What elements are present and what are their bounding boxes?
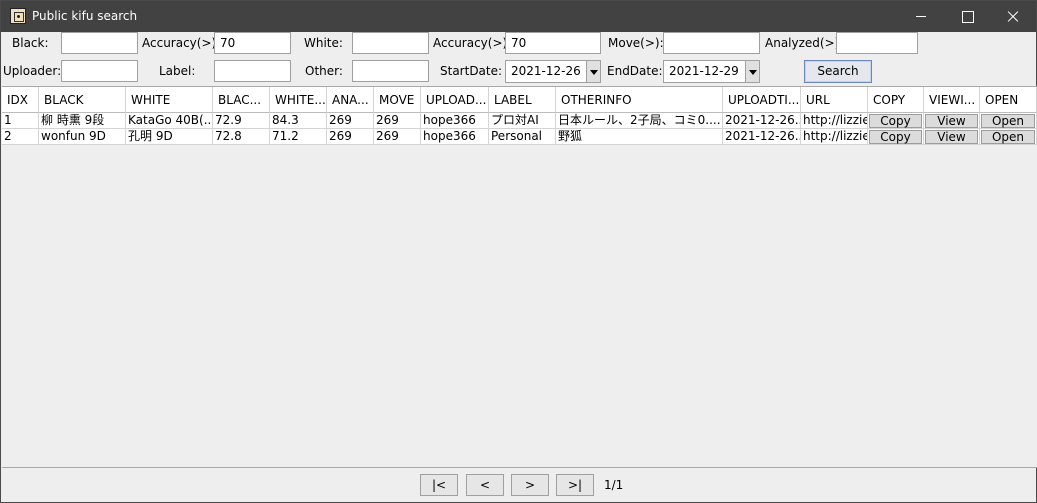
white-input[interactable] — [352, 32, 429, 54]
cell-view: View — [924, 113, 980, 129]
column-header-move[interactable]: MOVE — [374, 87, 421, 113]
start-date-value: 2021-12-26 — [505, 60, 587, 83]
label-label: Label: — [159, 64, 196, 78]
cell-black-accuracy: 72.9 — [213, 113, 270, 129]
open-button[interactable]: Open — [981, 130, 1035, 144]
end-date-label: EndDate: — [607, 64, 663, 78]
start-date-label: StartDate: — [440, 64, 503, 78]
white-accuracy-label: Accuracy(>): — [433, 36, 512, 50]
table-row[interactable]: 2 wonfun 9D 孔明 9D 72.8 71.2 269 269 hope… — [2, 129, 1037, 145]
cell-otherinfo: 野狐 — [556, 129, 723, 145]
chevron-down-icon[interactable] — [745, 60, 760, 83]
app-go-board-icon — [10, 8, 26, 24]
last-page-button[interactable]: >| — [556, 474, 594, 496]
cell-idx: 2 — [2, 129, 39, 145]
copy-button[interactable]: Copy — [869, 114, 922, 128]
move-input[interactable] — [663, 32, 760, 54]
results-table: IDX BLACK WHITE BLAC... WHITE... ANA... … — [2, 86, 1037, 468]
black-label: Black: — [12, 36, 49, 50]
column-header-uploadtime[interactable]: UPLOADTI... — [723, 87, 801, 113]
cell-black-accuracy: 72.8 — [213, 129, 270, 145]
cell-white-accuracy: 84.3 — [270, 113, 327, 129]
uploader-input[interactable] — [61, 60, 138, 82]
kifu-search-window: Public kifu search Black: Accuracy(>): W… — [0, 0, 1037, 503]
cell-analyzed: 269 — [327, 129, 374, 145]
open-button[interactable]: Open — [981, 114, 1035, 128]
column-header-black[interactable]: BLACK — [39, 87, 126, 113]
next-page-button[interactable]: > — [511, 474, 549, 496]
cell-label: Personal — [489, 129, 556, 145]
black-accuracy-label: Accuracy(>): — [142, 36, 221, 50]
cell-uploadtime: 2021-12-26... — [723, 129, 801, 145]
uploader-label: Uploader: — [3, 64, 62, 78]
previous-page-button[interactable]: < — [466, 474, 504, 496]
column-header-white-accuracy[interactable]: WHITE... — [270, 87, 327, 113]
window-title: Public kifu search — [32, 9, 138, 23]
cell-analyzed: 269 — [327, 113, 374, 129]
column-header-url[interactable]: URL — [801, 87, 868, 113]
cell-black: 柳 時熏 9段 — [39, 113, 126, 129]
label-input[interactable] — [214, 60, 291, 82]
end-date-select[interactable]: 2021-12-29 — [663, 60, 760, 83]
column-header-uploader[interactable]: UPLOAD... — [421, 87, 489, 113]
cell-uploader: hope366 — [421, 113, 489, 129]
cell-move: 269 — [374, 113, 421, 129]
cell-open: Open — [980, 129, 1037, 145]
cell-white-accuracy: 71.2 — [270, 129, 327, 145]
other-input[interactable] — [352, 60, 429, 82]
column-header-copy[interactable]: COPY — [868, 87, 924, 113]
column-header-white[interactable]: WHITE — [126, 87, 213, 113]
cell-uploadtime: 2021-12-26... — [723, 113, 801, 129]
column-header-viewer[interactable]: VIEWI... — [924, 87, 980, 113]
white-label: White: — [304, 36, 343, 50]
view-button[interactable]: View — [925, 114, 978, 128]
cell-open: Open — [980, 113, 1037, 129]
end-date-value: 2021-12-29 — [663, 60, 746, 83]
chevron-down-icon[interactable] — [586, 60, 601, 83]
cell-white: 孔明 9D — [126, 129, 213, 145]
cell-idx: 1 — [2, 113, 39, 129]
close-icon[interactable] — [990, 1, 1036, 32]
black-accuracy-input[interactable] — [214, 32, 291, 54]
cell-view: View — [924, 129, 980, 145]
table-row[interactable]: 1 柳 時熏 9段 KataGo 40B(... 72.9 84.3 269 2… — [2, 113, 1037, 129]
cell-copy: Copy — [868, 129, 924, 145]
copy-button[interactable]: Copy — [869, 130, 922, 144]
white-accuracy-input[interactable] — [505, 32, 601, 54]
column-header-open[interactable]: OPEN — [980, 87, 1037, 113]
cell-label: プロ対AI — [489, 113, 556, 129]
maximize-icon[interactable] — [944, 1, 990, 32]
page-indicator: 1/1 — [604, 478, 624, 492]
title-bar: Public kifu search — [1, 1, 1036, 32]
cell-black: wonfun 9D — [39, 129, 126, 145]
analyzed-input[interactable] — [836, 32, 918, 54]
column-header-label[interactable]: LABEL — [489, 87, 556, 113]
cell-move: 269 — [374, 129, 421, 145]
column-header-idx[interactable]: IDX — [2, 87, 39, 113]
analyzed-label: Analyzed(>): — [765, 36, 844, 50]
cell-url: http://lizzie... — [801, 113, 868, 129]
cell-white: KataGo 40B(... — [126, 113, 213, 129]
column-header-black-accuracy[interactable]: BLAC... — [213, 87, 270, 113]
column-header-otherinfo[interactable]: OTHERINFO — [556, 87, 723, 113]
cell-otherinfo: 日本ルール、2子局、コミ0.... — [556, 113, 723, 129]
cell-copy: Copy — [868, 113, 924, 129]
column-header-analyzed[interactable]: ANA... — [327, 87, 374, 113]
cell-uploader: hope366 — [421, 129, 489, 145]
other-label: Other: — [305, 64, 343, 78]
move-label: Move(>): — [608, 36, 664, 50]
start-date-select[interactable]: 2021-12-26 — [505, 60, 601, 83]
view-button[interactable]: View — [925, 130, 978, 144]
cell-url: http://lizzie... — [801, 129, 868, 145]
first-page-button[interactable]: |< — [420, 474, 458, 496]
black-input[interactable] — [61, 32, 138, 54]
search-button[interactable]: Search — [804, 60, 872, 83]
minimize-icon[interactable] — [898, 1, 944, 32]
